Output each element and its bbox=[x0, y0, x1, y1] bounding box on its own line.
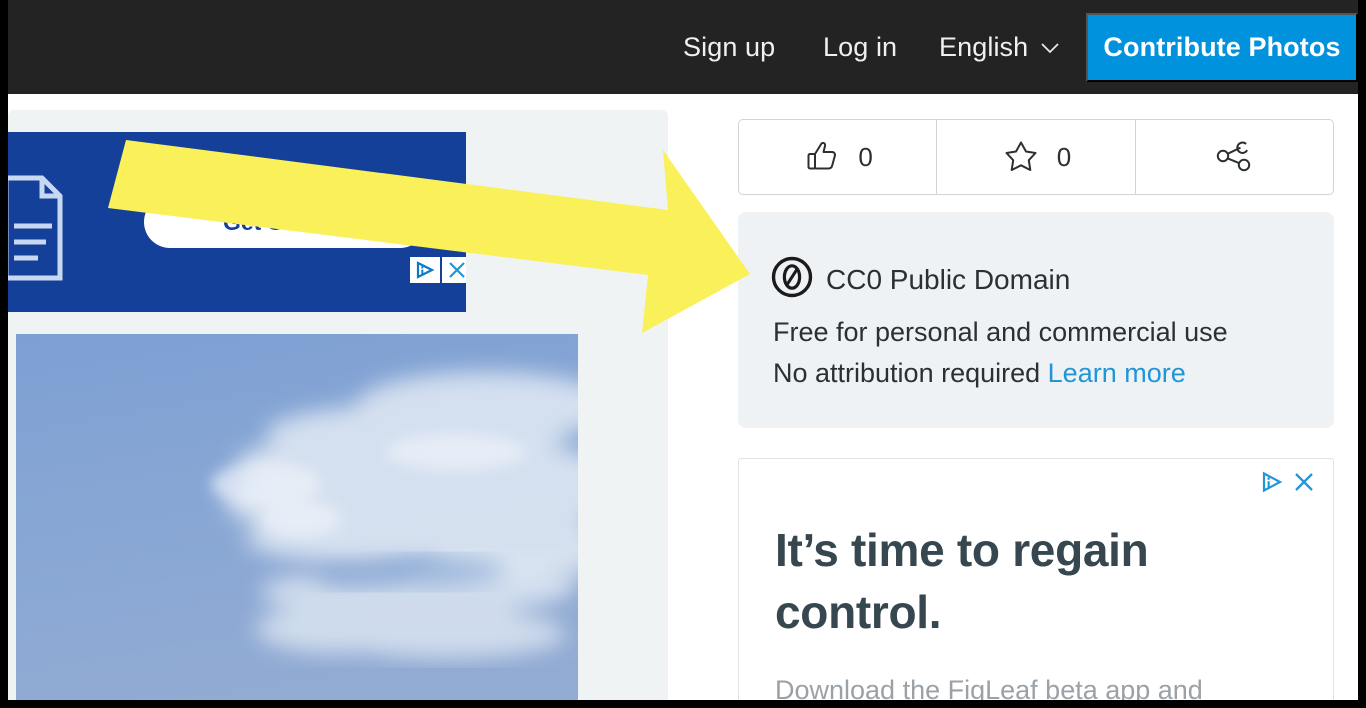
page-body: Get Started 0 0 CC0 Public Domain Free f… bbox=[8, 94, 1358, 700]
like-count: 0 bbox=[858, 141, 873, 172]
left-ad-banner[interactable]: Get Started bbox=[8, 132, 466, 312]
learn-more-link[interactable]: Learn more bbox=[1048, 358, 1186, 388]
favorite-button[interactable]: 0 bbox=[936, 120, 1134, 194]
license-title: CC0 Public Domain bbox=[826, 263, 1071, 295]
share-icon bbox=[1212, 135, 1256, 180]
browser-viewport: Sign up Log in English Contribute Photos bbox=[8, 0, 1358, 700]
license-line-2-text: No attribution required bbox=[773, 358, 1048, 388]
sidebar-ad-controls bbox=[1257, 469, 1319, 495]
contribute-photos-button[interactable]: Contribute Photos bbox=[1086, 13, 1358, 82]
chevron-down-icon[interactable] bbox=[1041, 41, 1059, 54]
share-button[interactable] bbox=[1134, 120, 1333, 194]
get-started-button[interactable]: Get Started bbox=[144, 196, 426, 248]
like-button[interactable]: 0 bbox=[739, 120, 936, 194]
star-icon bbox=[1001, 136, 1041, 179]
photo-preview-image[interactable] bbox=[16, 334, 578, 700]
sidebar-rail: 0 0 CC0 Public Domain Free for personal … bbox=[730, 94, 1350, 700]
adchoices-icon[interactable] bbox=[410, 257, 440, 283]
photo-detail-card: Get Started bbox=[8, 110, 668, 700]
screenshot-frame: Sign up Log in English Contribute Photos bbox=[0, 0, 1366, 708]
nav-language-selector[interactable]: English bbox=[939, 30, 1028, 64]
reaction-button-group: 0 0 bbox=[738, 119, 1334, 195]
sidebar-ad-headline: It’s time to regain control. bbox=[775, 524, 1149, 638]
sidebar-ad-body: Download the FigLeaf beta app and bbox=[775, 675, 1203, 700]
adchoices-icon[interactable] bbox=[1257, 469, 1287, 495]
sidebar-ad-banner[interactable]: It’s time to regain control. Download th… bbox=[738, 458, 1334, 700]
license-info-box: CC0 Public Domain Free for personal and … bbox=[738, 212, 1334, 428]
license-heading: CC0 Public Domain bbox=[771, 256, 1070, 303]
document-icon bbox=[8, 172, 68, 284]
left-ad-controls bbox=[410, 257, 466, 283]
thumbs-up-icon bbox=[802, 136, 842, 179]
nav-link-sign-up[interactable]: Sign up bbox=[683, 30, 775, 64]
license-line-1: Free for personal and commercial use bbox=[773, 317, 1228, 347]
close-icon[interactable] bbox=[442, 257, 466, 283]
cc-zero-icon bbox=[771, 256, 813, 303]
favorite-count: 0 bbox=[1056, 141, 1072, 172]
close-icon[interactable] bbox=[1289, 469, 1319, 495]
nav-link-log-in[interactable]: Log in bbox=[823, 30, 897, 64]
site-header: Sign up Log in English Contribute Photos bbox=[8, 0, 1358, 94]
license-line-2: No attribution required Learn more bbox=[773, 358, 1186, 389]
